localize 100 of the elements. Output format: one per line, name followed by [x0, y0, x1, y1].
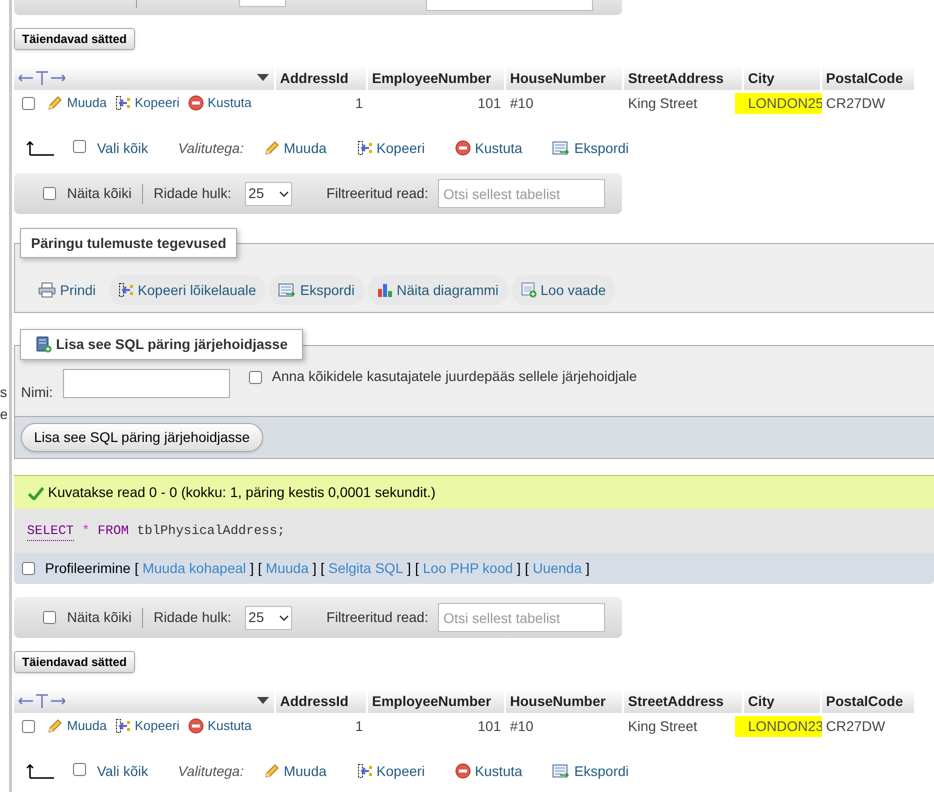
pencil-icon	[47, 718, 63, 734]
section-legend: Päringu tulemuste tegevused	[20, 228, 238, 258]
row-checkbox[interactable]	[22, 96, 35, 110]
filter-field[interactable]: Otsi sellest tabelist	[438, 603, 606, 632]
share-checkbox[interactable]	[248, 371, 262, 384]
rows-dropdown[interactable]: 25	[245, 606, 292, 630]
cut-off-text: e	[0, 405, 8, 424]
rows-label: Ridade hulk:	[154, 184, 232, 203]
copy-icon	[118, 282, 134, 298]
export-link[interactable]: Ekspordi	[269, 275, 364, 305]
column-header[interactable]: EmployeeNumber	[368, 66, 506, 90]
book-plus-icon	[35, 336, 52, 353]
print-link[interactable]: Prindi	[29, 275, 105, 305]
edit-link[interactable]: Muuda	[47, 93, 107, 113]
profiling-label: Profileerimine	[45, 559, 131, 578]
rows-dropdown[interactable]: 25	[245, 182, 292, 206]
export-link[interactable]: Ekspordi	[552, 138, 629, 158]
delete-link[interactable]: Kustuta	[454, 138, 522, 158]
copy-link[interactable]: Kopeeri	[356, 138, 425, 158]
edit-link[interactable]: Muuda	[264, 760, 327, 782]
create-view-link[interactable]: Loo vaade	[512, 275, 615, 305]
delete-icon	[454, 763, 471, 779]
sql-token: SELECT	[27, 520, 74, 542]
table-cell-text: King Street	[628, 94, 698, 113]
copy-link[interactable]: Kopeeri lõikelauale	[108, 275, 266, 305]
show-all-checkbox[interactable]	[43, 611, 56, 624]
bar-chart-icon	[376, 282, 393, 298]
delete-link[interactable]: Kustuta	[188, 716, 252, 736]
column-header[interactable]: AddressId	[276, 66, 368, 90]
column-header[interactable]: PostalCode	[822, 66, 916, 90]
copy-link[interactable]: Kopeeri	[114, 716, 180, 736]
options-button[interactable]: Täiendavad sätted	[14, 28, 135, 50]
filter-label: Filtreeritud read:	[326, 184, 428, 203]
spreadsheet-icon	[278, 282, 296, 298]
table-cell-text: #10	[510, 716, 534, 736]
column-header[interactable]: PostalCode	[822, 689, 916, 713]
profiling-checkbox[interactable]	[22, 562, 35, 575]
edit-link[interactable]: Muuda	[264, 138, 327, 158]
column-header[interactable]: HouseNumber	[506, 689, 624, 713]
table-cell-text: King Street	[628, 716, 698, 736]
pencil-icon	[47, 95, 63, 111]
submit-button[interactable]: Lisa see SQL päring järjehoidjasse	[21, 423, 263, 452]
chevron-down-icon	[279, 614, 290, 620]
chevron-down-icon	[279, 190, 290, 196]
delete-link[interactable]: Kustuta	[454, 760, 522, 782]
options-button[interactable]: Täiendavad sätted	[14, 651, 135, 673]
spreadsheet-icon	[552, 140, 570, 156]
table-cell-text: 1	[355, 716, 363, 736]
name-label: Nimi:	[21, 383, 53, 402]
column-header[interactable]: AddressId	[276, 689, 368, 713]
bracket-text: [	[415, 559, 419, 578]
table-cell-text: CR27DW	[826, 716, 886, 736]
message-text: Kuvatakse read 0 - 0 (kokku: 1, päring kestis 0,0001 sekundit.)	[48, 483, 436, 502]
chart-link[interactable]: Näita diagrammi	[368, 275, 508, 305]
delete-icon	[454, 140, 471, 156]
cut-off-text: s	[0, 383, 7, 402]
sql-token: *	[82, 522, 90, 540]
show-all-label: Näita kõiki	[67, 184, 132, 203]
bracket-text: [	[258, 559, 262, 578]
pencil-icon	[264, 140, 280, 156]
bracket-text: ]	[516, 559, 521, 578]
copy-icon	[114, 718, 131, 734]
delete-icon	[188, 718, 204, 734]
with-selected-label: Valitutega:	[178, 138, 244, 158]
printer-icon	[38, 282, 56, 298]
copy-link[interactable]: Kopeeri	[356, 760, 425, 782]
bracket-text: ]	[312, 559, 316, 578]
window-plus-icon	[520, 282, 537, 298]
column-header[interactable]: StreetAddress	[624, 66, 744, 90]
row-checkbox[interactable]	[22, 720, 35, 732]
input-field[interactable]	[426, 0, 593, 11]
name-field[interactable]	[62, 369, 230, 398]
bracket-text: ]	[250, 559, 254, 578]
export-link[interactable]: Ekspordi	[552, 760, 629, 782]
select-all-link[interactable]: Vali kõik	[97, 138, 148, 158]
column-header[interactable]: StreetAddress	[624, 689, 744, 713]
copy-link[interactable]: Kopeeri	[114, 93, 180, 113]
legend-text: Lisa see SQL päring järjehoidjasse	[56, 335, 288, 354]
share-label: Anna kõikidele kasutajatele juurdepääs sellele järjehoidjale	[272, 367, 637, 386]
spreadsheet-icon	[552, 763, 570, 779]
column-header[interactable]: HouseNumber	[506, 66, 624, 90]
edit-link[interactable]: Muuda	[47, 716, 107, 736]
filter-label: Filtreeritud read:	[326, 608, 428, 627]
rows-label: Ridade hulk:	[154, 608, 232, 627]
copy-icon	[356, 140, 373, 156]
sort-caret-icon	[257, 697, 269, 705]
delete-link[interactable]: Kustuta	[188, 93, 252, 113]
copy-icon	[114, 95, 131, 111]
filter-field[interactable]: Otsi sellest tabelist	[438, 179, 606, 208]
bracket-text: [	[134, 559, 138, 578]
column-header[interactable]: City	[744, 66, 822, 90]
table-cell-text: 101	[478, 716, 501, 736]
show-all-checkbox[interactable]	[43, 187, 56, 200]
table-cell-text: CR27DW	[826, 94, 886, 112]
table-cell-text: #10	[510, 94, 534, 112]
select-all-checkbox[interactable]	[73, 140, 86, 152]
select-all-checkbox[interactable]	[73, 762, 86, 776]
select-all-link[interactable]: Vali kõik	[97, 760, 148, 782]
column-header[interactable]: City	[744, 689, 822, 713]
column-header[interactable]: EmployeeNumber	[368, 689, 506, 713]
